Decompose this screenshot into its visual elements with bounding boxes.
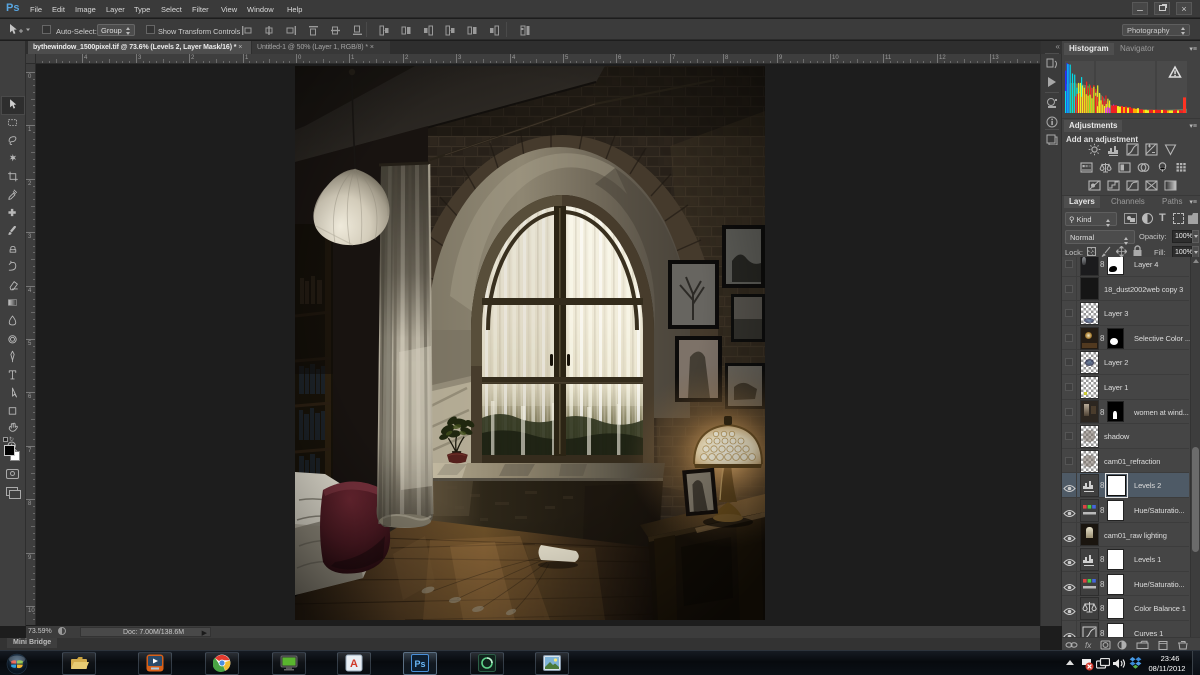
svg-text:fx: fx xyxy=(1085,641,1092,650)
svg-text:Ps: Ps xyxy=(414,659,425,669)
svg-text:A: A xyxy=(350,658,358,670)
